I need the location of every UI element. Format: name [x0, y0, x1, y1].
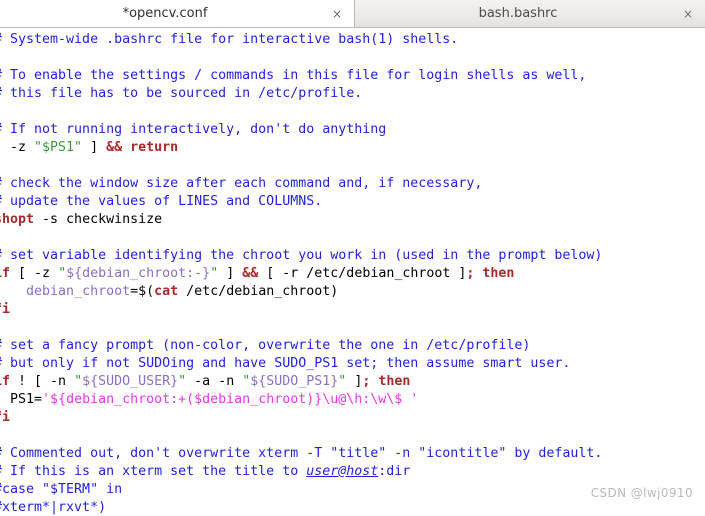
code-token: &&: [106, 140, 123, 155]
code-token: # set variable identifying the chroot yo…: [0, 248, 603, 263]
code-line: # To enable the settings / commands in t…: [0, 67, 602, 85]
source-code[interactable]: # System-wide .bashrc file for interacti…: [0, 31, 602, 516]
code-token: # but only if not SUDOing and have SUDO_…: [0, 356, 571, 371]
code-token: ": [58, 266, 67, 281]
gedit-window: *opencv.conf × bash.bashrc × # System-wi…: [0, 0, 705, 516]
tab-opencv-conf[interactable]: *opencv.conf ×: [0, 0, 355, 27]
code-token: ! [ -n: [10, 374, 75, 389]
code-line: if [ -z "${debian_chroot:-}" ] && [ -r /…: [0, 265, 602, 283]
code-token: [ -z: [0, 140, 27, 155]
code-token: :dir: [378, 464, 411, 479]
code-line: # System-wide .bashrc file for interacti…: [0, 31, 602, 49]
code-token: if: [0, 374, 11, 389]
tab-opencv-conf-label: *opencv.conf: [122, 6, 208, 21]
code-line: if ! [ -n "${SUDO_USER}" -a -n "${SUDO_P…: [0, 373, 602, 391]
code-line: fi: [0, 301, 602, 319]
code-token: ${SUDO_PS1}: [250, 374, 339, 389]
code-token: #case "$TERM" in: [0, 482, 123, 497]
code-token: # To enable the settings / commands in t…: [0, 68, 587, 83]
code-token: ": [178, 374, 187, 389]
code-token: if: [0, 266, 11, 281]
close-icon[interactable]: ×: [330, 7, 344, 21]
code-token: # If this is an xterm set the title to: [0, 464, 307, 479]
code-line: #case "$TERM" in: [0, 481, 602, 499]
code-line: [ -z "$PS1" ] && return: [0, 139, 602, 157]
code-line: # update the values of LINES and COLUMNS…: [0, 193, 602, 211]
code-line: # If this is an xterm set the title to u…: [0, 463, 602, 481]
editor-view[interactable]: # System-wide .bashrc file for interacti…: [0, 28, 705, 516]
code-line: # If not running interactively, don't do…: [0, 121, 602, 139]
code-token: then: [474, 266, 515, 281]
code-line: # but only if not SUDOing and have SUDO_…: [0, 355, 602, 373]
tab-bash-bashrc-label: bash.bashrc: [478, 6, 558, 21]
code-token: ": [210, 266, 219, 281]
code-token: # Commented out, don't overwrite xterm -…: [0, 446, 603, 461]
tab-bash-bashrc[interactable]: bash.bashrc ×: [355, 0, 705, 27]
code-token: #xterm*|rxvt*): [0, 500, 107, 515]
code-token: then: [370, 374, 411, 389]
code-token: # this file has to be sourced in /etc/pr…: [0, 86, 363, 101]
code-token: [ -r /etc/debian_chroot ]: [258, 266, 467, 281]
code-token: /etc/debian_chroot): [178, 284, 339, 299]
code-token: ${SUDO_USER}: [82, 374, 179, 389]
code-token: =$(: [130, 284, 155, 299]
close-icon[interactable]: ×: [681, 7, 695, 21]
code-token: ${debian_chroot:-}: [66, 266, 211, 281]
code-line: #xterm*|rxvt*): [0, 499, 602, 516]
code-token: [ -z: [10, 266, 59, 281]
code-line: # set a fancy prompt (non-color, overwri…: [0, 337, 602, 355]
code-token: # update the values of LINES and COLUMNS…: [0, 194, 323, 209]
code-token: debian_chroot: [26, 284, 131, 299]
code-token: &&: [242, 266, 259, 281]
code-token: # set a fancy prompt (non-color, overwri…: [0, 338, 531, 353]
code-line: # Commented out, don't overwrite xterm -…: [0, 445, 602, 463]
code-line: shopt -s checkwinsize: [0, 211, 602, 229]
code-token: fi: [0, 302, 11, 317]
code-token: ": [74, 374, 83, 389]
code-token: fi: [0, 410, 11, 425]
code-token: "$PS1": [34, 140, 83, 155]
code-token: user@host: [306, 464, 379, 479]
code-token: ]: [346, 374, 363, 389]
code-token: PS1=: [10, 392, 43, 407]
code-token: shopt: [0, 212, 35, 227]
code-token: -s checkwinsize: [34, 212, 163, 227]
code-token: # If not running interactively, don't do…: [0, 122, 387, 137]
code-token: -a -n: [186, 374, 243, 389]
code-token: '${debian_chroot:+($debian_chroot)}\u@\h…: [42, 392, 419, 407]
code-line: debian_chroot=$(cat /etc/debian_chroot): [0, 283, 602, 301]
code-line: PS1='${debian_chroot:+($debian_chroot)}\…: [0, 391, 602, 409]
code-token: # check the window size after each comma…: [0, 176, 483, 191]
code-line: # check the window size after each comma…: [0, 175, 602, 193]
code-line: # this file has to be sourced in /etc/pr…: [0, 85, 602, 103]
code-token: return: [122, 140, 179, 155]
code-token: # System-wide .bashrc file for interacti…: [0, 32, 459, 47]
code-token: cat: [154, 284, 179, 299]
code-token: ]: [82, 140, 107, 155]
code-token: ]: [218, 266, 243, 281]
code-line: fi: [0, 409, 602, 427]
code-line: # set variable identifying the chroot yo…: [0, 247, 602, 265]
tab-bar: *opencv.conf × bash.bashrc ×: [0, 0, 705, 28]
